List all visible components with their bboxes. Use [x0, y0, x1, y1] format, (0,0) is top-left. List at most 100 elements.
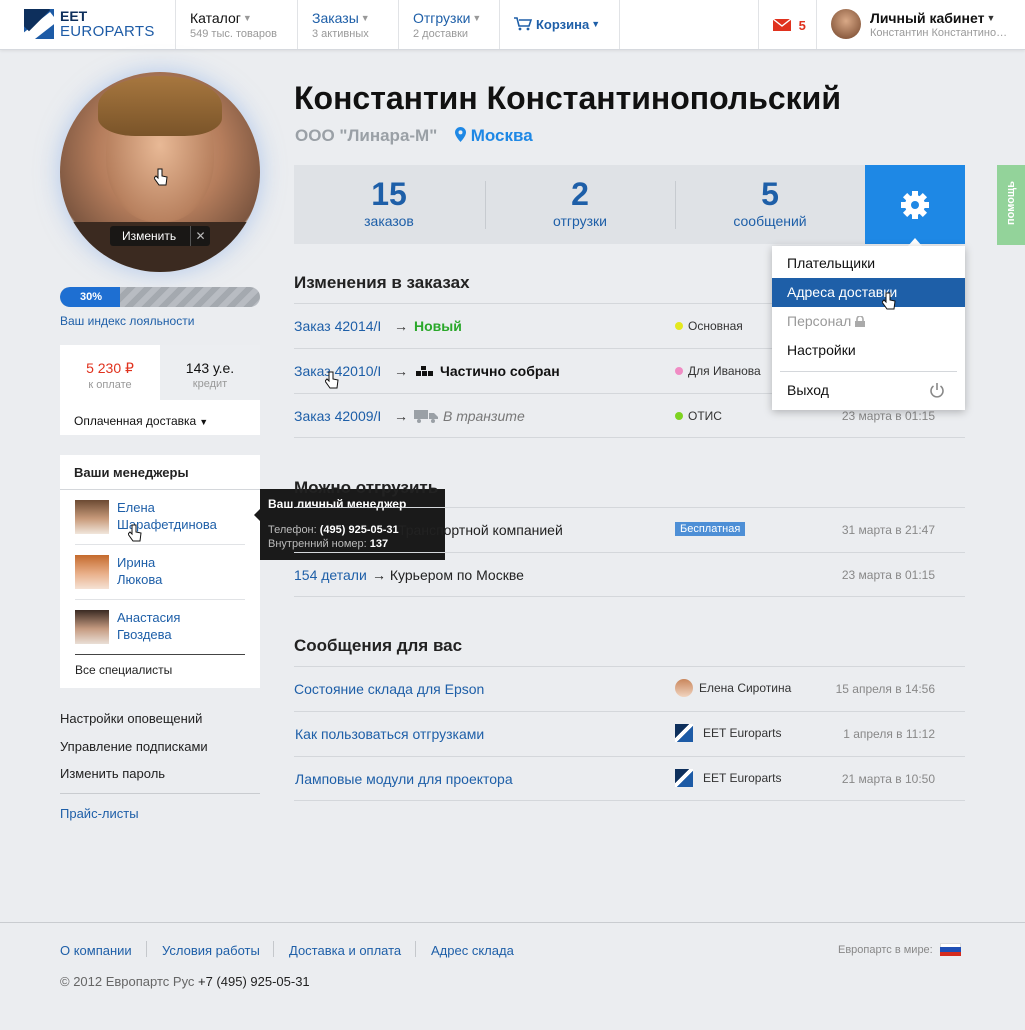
manager-photo [75, 555, 109, 589]
settings-button[interactable] [865, 165, 965, 244]
nav-orders[interactable]: Заказы ▼ 3 активных [297, 0, 398, 49]
order-tag: Для Иванова [688, 364, 761, 378]
order-link[interactable]: Заказ 42009/I [294, 408, 381, 424]
city-link[interactable]: Москва [455, 126, 533, 146]
message-date: 1 апреля в 11:12 [843, 727, 935, 741]
message-date: 21 марта в 10:50 [841, 772, 935, 786]
chevron-down-icon: ▼ [986, 13, 996, 23]
manager-name: Анастасия Гвоздева [117, 609, 180, 643]
manager-item[interactable]: Ирина Люкова [75, 554, 245, 600]
balance-panel: 5 230 ₽ к оплате 143 у.е. кредит Оплачен… [60, 345, 260, 435]
order-status: В транзите [443, 408, 525, 424]
to-pay-label: к оплате [88, 379, 132, 391]
change-password-link[interactable]: Изменить пароль [60, 766, 165, 781]
ship-date: 23 марта в 01:15 [841, 568, 935, 582]
stat-shipments-label: отгрузки [553, 213, 607, 229]
change-photo-button[interactable]: Изменить ✕ [110, 226, 210, 246]
notification-settings-link[interactable]: Настройки оповещений [60, 711, 202, 726]
menu-item-logout[interactable]: Выход [772, 376, 965, 405]
divider [60, 489, 260, 490]
footer-link-terms[interactable]: Условия работы [162, 943, 260, 958]
order-tag: ОТИС [688, 409, 722, 423]
order-link[interactable]: Заказ 42014/I [294, 318, 381, 334]
hand-cursor-icon [325, 371, 339, 389]
nav-catalog-sub: 549 тыс. товаров [190, 28, 277, 40]
top-header: EET EUROPARTS Каталог ▼ 549 тыс. товаров … [0, 0, 1025, 50]
stat-orders[interactable]: 15 заказов [294, 165, 484, 244]
chevron-down-icon: ▼ [199, 417, 209, 427]
stat-shipments[interactable]: 2 отгрузки [485, 165, 675, 244]
photo-hair [98, 76, 222, 136]
nav-shipments-sub: 2 доставки [413, 28, 469, 40]
message-link[interactable]: Состояние склада для Epson [294, 681, 484, 697]
mail-button[interactable]: 5 [758, 0, 816, 49]
footer-link-delivery[interactable]: Доставка и оплата [289, 943, 401, 958]
manager-last-name: Гвоздева [117, 627, 172, 642]
all-specialists-link[interactable]: Все специалисты [75, 663, 172, 677]
truck-icon [414, 410, 438, 423]
menu-item-delivery-addresses[interactable]: Адреса доставки [772, 278, 965, 307]
messages-section-title: Сообщения для вас [294, 636, 463, 655]
help-tab[interactable]: помощь [997, 165, 1025, 245]
credit-box: 143 у.е. кредит [160, 345, 260, 400]
eet-logo-icon [675, 769, 693, 787]
footer-phone: +7 (495) 925-05-31 [198, 974, 310, 989]
managers-panel: Ваши менеджеры Елена Шарафетдинова Ирина Л… [60, 455, 260, 688]
manager-photo [75, 610, 109, 644]
arrow-icon: → [394, 318, 408, 334]
gear-icon [901, 191, 929, 219]
sender-avatar [675, 679, 693, 697]
message-sender: EET Europarts [703, 771, 782, 785]
power-icon [930, 383, 944, 398]
divider [415, 941, 416, 957]
chevron-down-icon: ▼ [360, 13, 370, 23]
eet-logo-icon [675, 724, 693, 742]
delivery-select-value: Оплаченная доставка [74, 414, 197, 428]
nav-shipments-label: Отгрузки [413, 10, 471, 26]
nav-cart[interactable]: Корзина ▼ [499, 0, 619, 49]
change-photo-label: Изменить [122, 229, 177, 243]
message-link[interactable]: Ламповые модули для проектора [295, 771, 513, 787]
nav-catalog[interactable]: Каталог ▼ 549 тыс. товаров [175, 0, 297, 49]
message-sender: EET Europarts [703, 726, 782, 740]
menu-item-payers[interactable]: Плательщики [772, 249, 965, 278]
nav-shipments[interactable]: Отгрузки ▼ 2 доставки [398, 0, 499, 49]
mail-count: 5 [798, 18, 806, 33]
close-icon[interactable]: ✕ [190, 226, 210, 246]
message-link[interactable]: Как пользоваться отгрузками [295, 726, 484, 742]
loyalty-progress-fill: 30% [60, 287, 120, 307]
manager-first-name: Анастасия [117, 610, 181, 625]
arrow-icon: → [394, 408, 408, 424]
stat-orders-label: заказов [364, 213, 414, 229]
manager-last-name: Люкова [117, 572, 163, 587]
loyalty-index-link[interactable]: Ваш индекс лояльности [60, 314, 194, 328]
footer-link-about[interactable]: О компании [60, 943, 132, 958]
company-name: ООО "Линара-М" [295, 126, 438, 145]
ship-item-link[interactable]: 154 детали [294, 567, 367, 583]
manager-item[interactable]: Елена Шарафетдинова [75, 499, 245, 545]
menu-item-staff-label: Персонал [787, 313, 852, 329]
table-row: Транспортной компанией Бесплатная 31 мар… [294, 507, 965, 552]
menu-item-staff[interactable]: Персонал [772, 307, 965, 336]
manager-item[interactable]: Анастасия Гвоздева [75, 609, 245, 655]
credit-label: кредит [192, 378, 228, 390]
cart-icon [514, 17, 533, 31]
ship-method: Транспортной компанией [398, 522, 563, 538]
loyalty-progress: 30% [60, 287, 260, 307]
ship-section-title: Можно отгрузить [294, 478, 439, 497]
delivery-select[interactable]: Оплаченная доставка ▼ [74, 414, 208, 428]
logo-mark-icon [24, 9, 54, 39]
logo[interactable]: EET EUROPARTS [24, 9, 174, 41]
manager-photo [75, 500, 109, 534]
order-status: Новый [414, 318, 462, 334]
hand-cursor-icon [154, 168, 168, 186]
russia-flag-icon[interactable] [940, 943, 961, 956]
account-menu[interactable]: Личный кабинет ▼ Константин Константинопо… [816, 0, 1025, 49]
subscriptions-link[interactable]: Управление подписками [60, 739, 208, 754]
menu-item-settings[interactable]: Настройки [772, 336, 965, 365]
footer-link-warehouse[interactable]: Адрес склада [431, 943, 514, 958]
stat-messages[interactable]: 5 сообщений [675, 165, 865, 244]
nav-orders-label: Заказы [312, 10, 359, 26]
price-lists-link[interactable]: Прайс-листы [60, 806, 139, 821]
nav-orders-sub: 3 активных [312, 28, 369, 40]
